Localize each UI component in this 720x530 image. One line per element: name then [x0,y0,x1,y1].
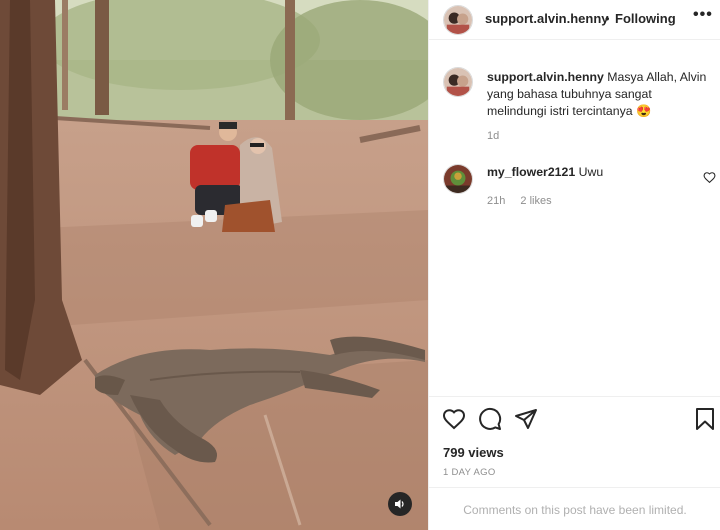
comment-time[interactable]: 21h [487,195,505,207]
post-actions: 799 views 1 DAY AGO Comments on this pos… [429,396,720,530]
like-heart-icon[interactable] [442,407,466,431]
post-media[interactable] [0,0,428,530]
avatar-image [444,68,472,96]
author-avatar[interactable] [443,5,473,35]
post-timestamp[interactable]: 1 DAY AGO [443,467,496,478]
commenter-avatar[interactable] [443,164,473,194]
post-photo [0,0,428,530]
avatar-image [444,6,472,34]
sound-icon [395,499,404,509]
post-details-panel: support.alvin.henny • Following ••• supp… [428,0,720,530]
share-paper-plane-icon[interactable] [514,407,538,431]
view-count[interactable]: 799 views [443,445,504,460]
comment-bubble-icon[interactable] [478,407,502,431]
author-username[interactable]: support.alvin.henny [485,11,609,26]
more-options-icon[interactable]: ••• [693,6,713,24]
caption-text-block: support.alvin.henny Masya Allah, Alvin y… [487,69,711,120]
comment-like-heart-icon[interactable] [703,171,716,184]
post-header: support.alvin.henny • Following ••• [429,0,720,40]
avatar-image [444,165,472,193]
comment-likes[interactable]: 2 likes [520,195,551,207]
following-button[interactable]: Following [615,11,676,26]
comment-meta: 21h 2 likes [487,195,564,207]
caption-time[interactable]: 1d [487,130,499,142]
header-separator: • [605,11,610,26]
save-bookmark-icon[interactable] [693,407,717,431]
comment-username[interactable]: my_flower2121 [487,165,575,179]
comments-limited-notice: Comments on this post have been limited. [429,487,720,530]
caption-username[interactable]: support.alvin.henny [487,70,604,84]
comment-text-block: my_flower2121 Uwu [487,165,603,179]
caption-author-avatar[interactable] [443,67,473,97]
sound-toggle-button[interactable] [388,492,412,516]
comment-body: Uwu [578,165,604,179]
